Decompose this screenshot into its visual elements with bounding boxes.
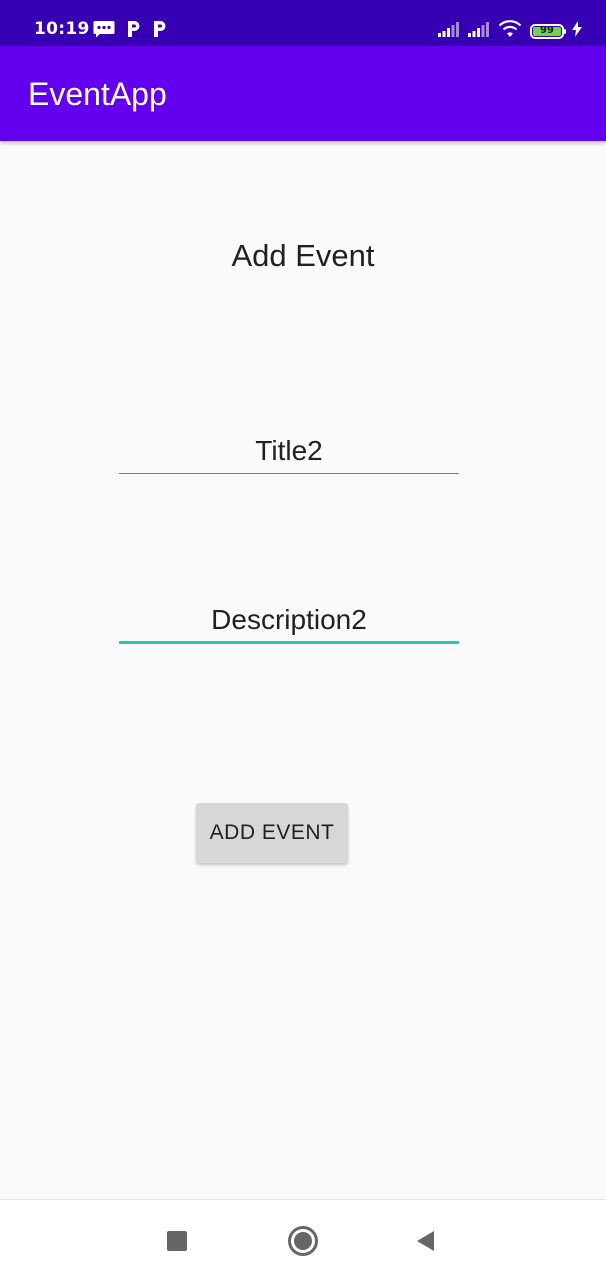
battery-icon: 99 [530,23,566,39]
title-input[interactable] [119,428,459,474]
signal-icon [438,21,460,41]
page-title: Add Event [231,238,375,273]
home-icon[interactable] [287,1225,319,1257]
app-bar: EventApp [0,46,606,141]
status-system-icons: 99 [438,20,582,42]
p-icon [125,20,141,42]
charging-icon [572,21,582,41]
add-event-button[interactable]: ADD EVENT [196,803,348,863]
status-bar: 10:19 99 [0,0,606,46]
description-input[interactable] [119,598,459,644]
p-icon [151,20,167,42]
back-icon[interactable] [414,1229,436,1253]
sms-icon [93,20,115,42]
screen: 10:19 99 EventApp Add Event Title2 Descr… [0,0,606,1280]
status-notification-icons [93,20,167,42]
app-title: EventApp [28,76,167,112]
status-time: 10:19 [34,19,90,39]
recents-icon[interactable] [167,1231,187,1251]
wifi-icon [498,20,522,42]
navigation-bar [0,1199,606,1280]
signal-icon [468,21,490,41]
battery-level: 99 [540,25,554,36]
